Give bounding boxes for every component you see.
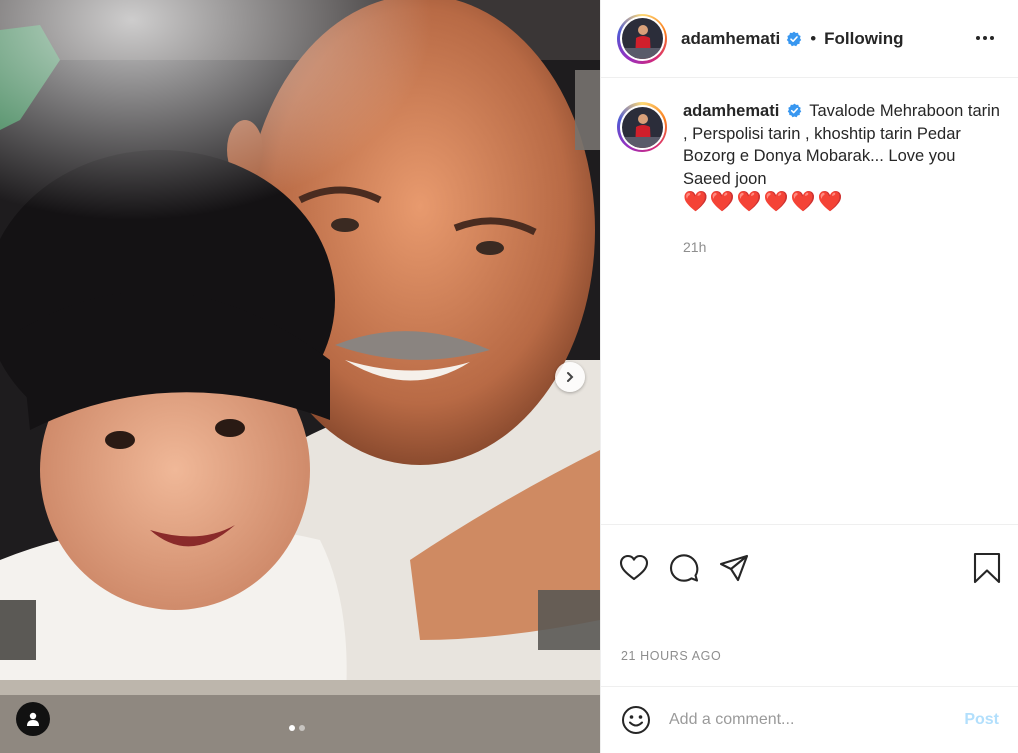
comment-bar: Post — [601, 686, 1018, 753]
carousel-dot — [289, 725, 295, 731]
carousel-dot — [299, 725, 305, 731]
more-options-icon[interactable] — [975, 26, 995, 55]
like-button[interactable] — [619, 554, 649, 582]
post-sidebar: adamhemati • Following adamhemati Tavalo… — [600, 0, 1018, 753]
chevron-right-icon — [567, 372, 574, 382]
carousel-indicator — [289, 725, 305, 731]
avatar-image — [621, 106, 663, 148]
avatar-image — [621, 18, 663, 59]
caption: adamhemati Tavalode Mehraboon tarin , Pe… — [617, 100, 1007, 259]
next-slide-button[interactable] — [555, 362, 585, 392]
caption-username[interactable]: adamhemati — [683, 102, 779, 120]
emoji-icon[interactable] — [621, 705, 651, 735]
username-link[interactable]: adamhemati — [681, 29, 780, 49]
bookmark-icon — [973, 552, 1001, 583]
caption-avatar[interactable] — [617, 102, 667, 152]
user-tags-button[interactable] — [16, 702, 50, 736]
post-header: adamhemati • Following — [601, 0, 1018, 78]
share-icon — [719, 554, 749, 581]
header-separator: • — [810, 28, 817, 48]
post-photo[interactable] — [0, 0, 600, 753]
avatar[interactable] — [617, 13, 667, 64]
caption-body: adamhemati Tavalode Mehraboon tarin , Pe… — [683, 100, 1001, 259]
action-bar — [601, 524, 1018, 594]
caption-age[interactable]: 21h — [683, 236, 1001, 259]
post-timestamp[interactable]: 21 HOURS AGO — [621, 649, 721, 663]
share-button[interactable] — [719, 554, 749, 582]
save-button[interactable] — [973, 552, 1001, 584]
comment-button[interactable] — [669, 553, 699, 583]
post-comment-button[interactable]: Post — [964, 711, 999, 729]
heart-icon — [619, 554, 649, 580]
user-tag-icon — [27, 712, 39, 726]
verified-badge-icon — [786, 31, 802, 47]
verified-badge-icon — [787, 103, 802, 118]
caption-emoji: ❤️❤️❤️❤️❤️❤️ — [683, 191, 845, 213]
comment-input[interactable] — [669, 711, 965, 729]
comment-icon — [669, 553, 699, 582]
photo-image — [0, 0, 600, 753]
following-button[interactable]: Following — [824, 29, 903, 49]
